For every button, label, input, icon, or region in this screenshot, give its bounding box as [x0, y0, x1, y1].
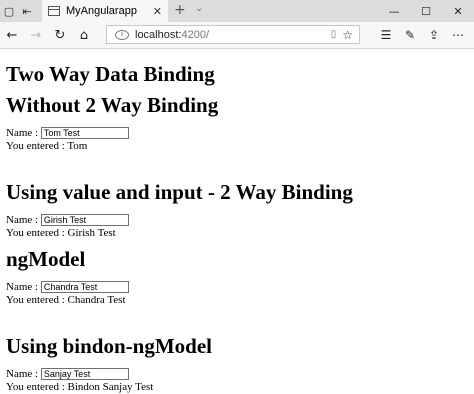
name-label: Name :: [6, 127, 39, 139]
section-heading: ngModel: [6, 247, 86, 271]
window-controls: — ☐ ✕: [378, 0, 474, 22]
reading-view-icon[interactable]: ▯: [331, 29, 337, 40]
page-icon: [48, 6, 60, 16]
name-input[interactable]: [40, 281, 129, 294]
section-without-binding: Without 2 Way Binding Name : You entered…: [6, 93, 468, 153]
address-bar[interactable]: i localhost:4200/ ▯ ☆: [106, 25, 360, 44]
tab-bar: ▢ ⇤ MyAngularapp ✕ + ⌄ — ☐ ✕: [0, 0, 474, 22]
section-heading: Without 2 Way Binding: [6, 93, 219, 117]
name-row: Name :: [6, 127, 468, 140]
name-input[interactable]: [40, 368, 129, 381]
tab-title: MyAngularapp: [66, 5, 137, 17]
name-row: Name :: [6, 368, 468, 381]
section-bindon-ngmodel: Using bindon-ngModel Name : You entered …: [6, 334, 468, 394]
more-icon[interactable]: ⋯: [446, 24, 470, 46]
minimize-icon[interactable]: —: [378, 0, 410, 22]
back-icon[interactable]: ←: [0, 23, 24, 47]
tab-preview-icon[interactable]: ▢: [0, 2, 18, 20]
new-tab-icon[interactable]: +: [174, 2, 186, 18]
maximize-icon[interactable]: ☐: [410, 0, 442, 22]
share-icon[interactable]: ⇪: [422, 24, 446, 46]
chevron-down-icon[interactable]: ⌄: [195, 3, 203, 14]
name-label: Name :: [6, 281, 39, 293]
tab-myangularapp[interactable]: MyAngularapp ✕: [42, 0, 168, 22]
output-text: You entered : Tom: [6, 140, 88, 152]
pen-icon[interactable]: ✎: [398, 24, 422, 46]
name-label: Name :: [6, 368, 39, 380]
section-heading: Using bindon-ngModel: [6, 334, 212, 358]
name-label: Name :: [6, 214, 39, 226]
forward-icon[interactable]: →: [24, 23, 48, 47]
name-row: Name :: [6, 281, 468, 294]
right-toolbar: ☰ ✎ ⇪ ⋯: [374, 24, 470, 46]
site-info-icon[interactable]: i: [115, 29, 129, 40]
favorites-hub-icon[interactable]: ☰: [374, 24, 398, 46]
page-title: Two Way Data Binding: [6, 62, 215, 86]
url-text[interactable]: localhost:4200/: [135, 29, 209, 41]
output-text: You entered : Bindon Sanjay Test: [6, 381, 154, 393]
output-text: You entered : Chandra Test: [6, 294, 126, 306]
output-text: You entered : Girish Test: [6, 227, 116, 239]
home-icon[interactable]: ⌂: [72, 23, 96, 47]
set-aside-tabs-icon[interactable]: ⇤: [18, 2, 36, 20]
section-ngmodel: ngModel Name : You entered : Chandra Tes…: [6, 247, 468, 307]
name-row: Name :: [6, 214, 468, 227]
section-value-input-binding: Using value and input - 2 Way Binding Na…: [6, 180, 468, 240]
name-input[interactable]: [40, 127, 129, 140]
page-content: Two Way Data Binding Without 2 Way Bindi…: [0, 62, 474, 394]
close-window-icon[interactable]: ✕: [442, 0, 474, 22]
section-heading: Using value and input - 2 Way Binding: [6, 180, 353, 204]
browser-chrome: ▢ ⇤ MyAngularapp ✕ + ⌄ — ☐ ✕ ← → ↻ ⌂ i l…: [0, 0, 474, 49]
favorite-star-icon[interactable]: ☆: [342, 28, 353, 42]
refresh-icon[interactable]: ↻: [48, 23, 72, 47]
name-input[interactable]: [40, 214, 129, 227]
close-tab-icon[interactable]: ✕: [153, 5, 162, 18]
navigation-toolbar: ← → ↻ ⌂ i localhost:4200/ ▯ ☆ ☰ ✎ ⇪ ⋯: [0, 22, 474, 49]
